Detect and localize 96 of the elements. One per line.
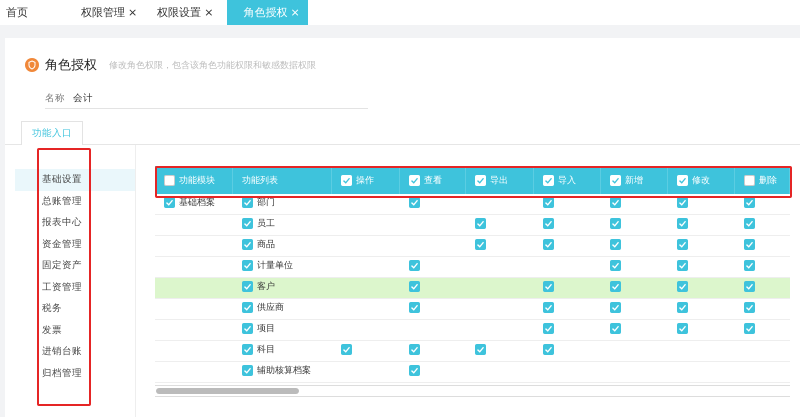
checkbox[interactable]: [677, 280, 688, 292]
table-cell-text: 计量单位: [257, 260, 293, 272]
column-header: 新增: [625, 174, 643, 186]
checkbox[interactable]: [677, 238, 688, 250]
column-header: 功能列表: [242, 174, 278, 186]
column-header: 操作: [356, 174, 374, 186]
checkbox[interactable]: [677, 322, 688, 334]
checkbox[interactable]: [475, 174, 486, 186]
table-cell-text: 部门: [257, 196, 275, 209]
page-title: 角色授权: [45, 57, 97, 74]
sidebar-item[interactable]: 报表中心: [15, 212, 135, 234]
checkbox[interactable]: [677, 260, 688, 271]
shield-icon: [25, 58, 39, 72]
table-cell-text: 供应商: [257, 302, 284, 314]
tab[interactable]: 权限管理 ×: [75, 0, 152, 25]
column-header: 功能模块: [179, 174, 215, 186]
sidebar-item[interactable]: 基础设置: [15, 169, 135, 190]
column-header: 查看: [424, 174, 442, 186]
checkbox[interactable]: [242, 260, 253, 271]
checkbox[interactable]: [409, 174, 420, 186]
checkbox[interactable]: [543, 302, 554, 313]
checkbox[interactable]: [242, 238, 253, 250]
table-row[interactable]: 商品: [155, 236, 790, 257]
checkbox[interactable]: [341, 344, 352, 355]
checkbox[interactable]: [610, 322, 621, 334]
checkbox[interactable]: [744, 280, 755, 292]
checkbox[interactable]: [543, 322, 554, 334]
sidebar-item[interactable]: 发票: [15, 320, 135, 341]
checkbox[interactable]: [610, 174, 621, 186]
page-subtitle: 修改角色权限，包含该角色功能权限和敏感数据权限: [109, 60, 316, 72]
table-row[interactable]: 员工: [155, 215, 790, 236]
checkbox[interactable]: [242, 302, 253, 313]
checkbox[interactable]: [744, 238, 755, 250]
sidebar-item[interactable]: 固定资产: [15, 255, 135, 276]
tab[interactable]: 首页: [0, 0, 75, 25]
checkbox[interactable]: [242, 322, 253, 334]
checkbox[interactable]: [543, 280, 554, 292]
sidebar-item[interactable]: 工资管理: [15, 276, 135, 298]
tab[interactable]: 权限设置 ×: [151, 0, 228, 25]
table-row[interactable]: 科目: [155, 341, 790, 362]
table-row[interactable]: 项目: [155, 320, 790, 341]
checkbox[interactable]: [744, 322, 755, 334]
checkbox[interactable]: [475, 238, 486, 250]
checkbox[interactable]: [610, 218, 621, 229]
checkbox[interactable]: [409, 280, 420, 292]
sidebar-item[interactable]: 总账管理: [15, 190, 135, 212]
checkbox[interactable]: [610, 238, 621, 250]
checkbox[interactable]: [677, 174, 688, 186]
checkbox[interactable]: [475, 218, 486, 229]
table-row[interactable]: 供应商: [155, 299, 790, 320]
table-cell-text: 员工: [257, 218, 275, 230]
checkbox[interactable]: [677, 302, 688, 313]
table-cell-text: 商品: [257, 238, 275, 251]
checkbox[interactable]: [744, 302, 755, 313]
checkbox[interactable]: [543, 174, 554, 186]
column-header: 导入: [558, 174, 576, 186]
sidebar-item[interactable]: 进销台账: [15, 341, 135, 362]
checkbox[interactable]: [409, 260, 420, 271]
table-cell-text: 辅助核算档案: [257, 364, 311, 377]
table-cell-text: 基础档案: [179, 196, 215, 209]
column-header: 删除: [759, 174, 777, 186]
column-header: 修改: [692, 174, 710, 186]
sidebar-item[interactable]: 税务: [15, 298, 135, 320]
name-field[interactable]: 名称 会计: [45, 92, 368, 109]
checkbox[interactable]: [409, 364, 420, 376]
checkbox[interactable]: [164, 174, 175, 186]
checkbox[interactable]: [341, 174, 352, 186]
column-header: 导出: [490, 174, 508, 186]
checkbox[interactable]: [677, 218, 688, 229]
checkbox[interactable]: [610, 280, 621, 292]
checkbox[interactable]: [543, 238, 554, 250]
scrollbar-thumb[interactable]: [156, 388, 299, 394]
close-icon[interactable]: ×: [128, 6, 138, 19]
checkbox[interactable]: [610, 302, 621, 313]
sidebar-item[interactable]: 归档管理: [15, 362, 135, 384]
checkbox[interactable]: [543, 344, 554, 355]
close-icon[interactable]: ×: [204, 6, 214, 19]
sidebar-item[interactable]: 资金管理: [15, 234, 135, 255]
table-row[interactable]: 辅助核算档案: [155, 362, 790, 383]
table-row[interactable]: 客户: [155, 278, 790, 299]
checkbox[interactable]: [475, 344, 486, 355]
checkbox[interactable]: [242, 344, 253, 355]
checkbox[interactable]: [543, 218, 554, 229]
checkbox[interactable]: [242, 364, 253, 376]
checkbox[interactable]: [610, 260, 621, 271]
checkbox[interactable]: [744, 260, 755, 271]
table-row[interactable]: 基础档案 部门: [155, 194, 790, 215]
table-cell-text: 客户: [257, 280, 275, 293]
checkbox[interactable]: [242, 280, 253, 292]
table-cell-text: 科目: [257, 344, 275, 356]
checkbox[interactable]: [409, 344, 420, 355]
checkbox[interactable]: [744, 174, 755, 186]
table-cell-text: 项目: [257, 322, 275, 335]
checkbox[interactable]: [744, 218, 755, 229]
checkbox[interactable]: [242, 218, 253, 229]
checkbox[interactable]: [409, 302, 420, 313]
